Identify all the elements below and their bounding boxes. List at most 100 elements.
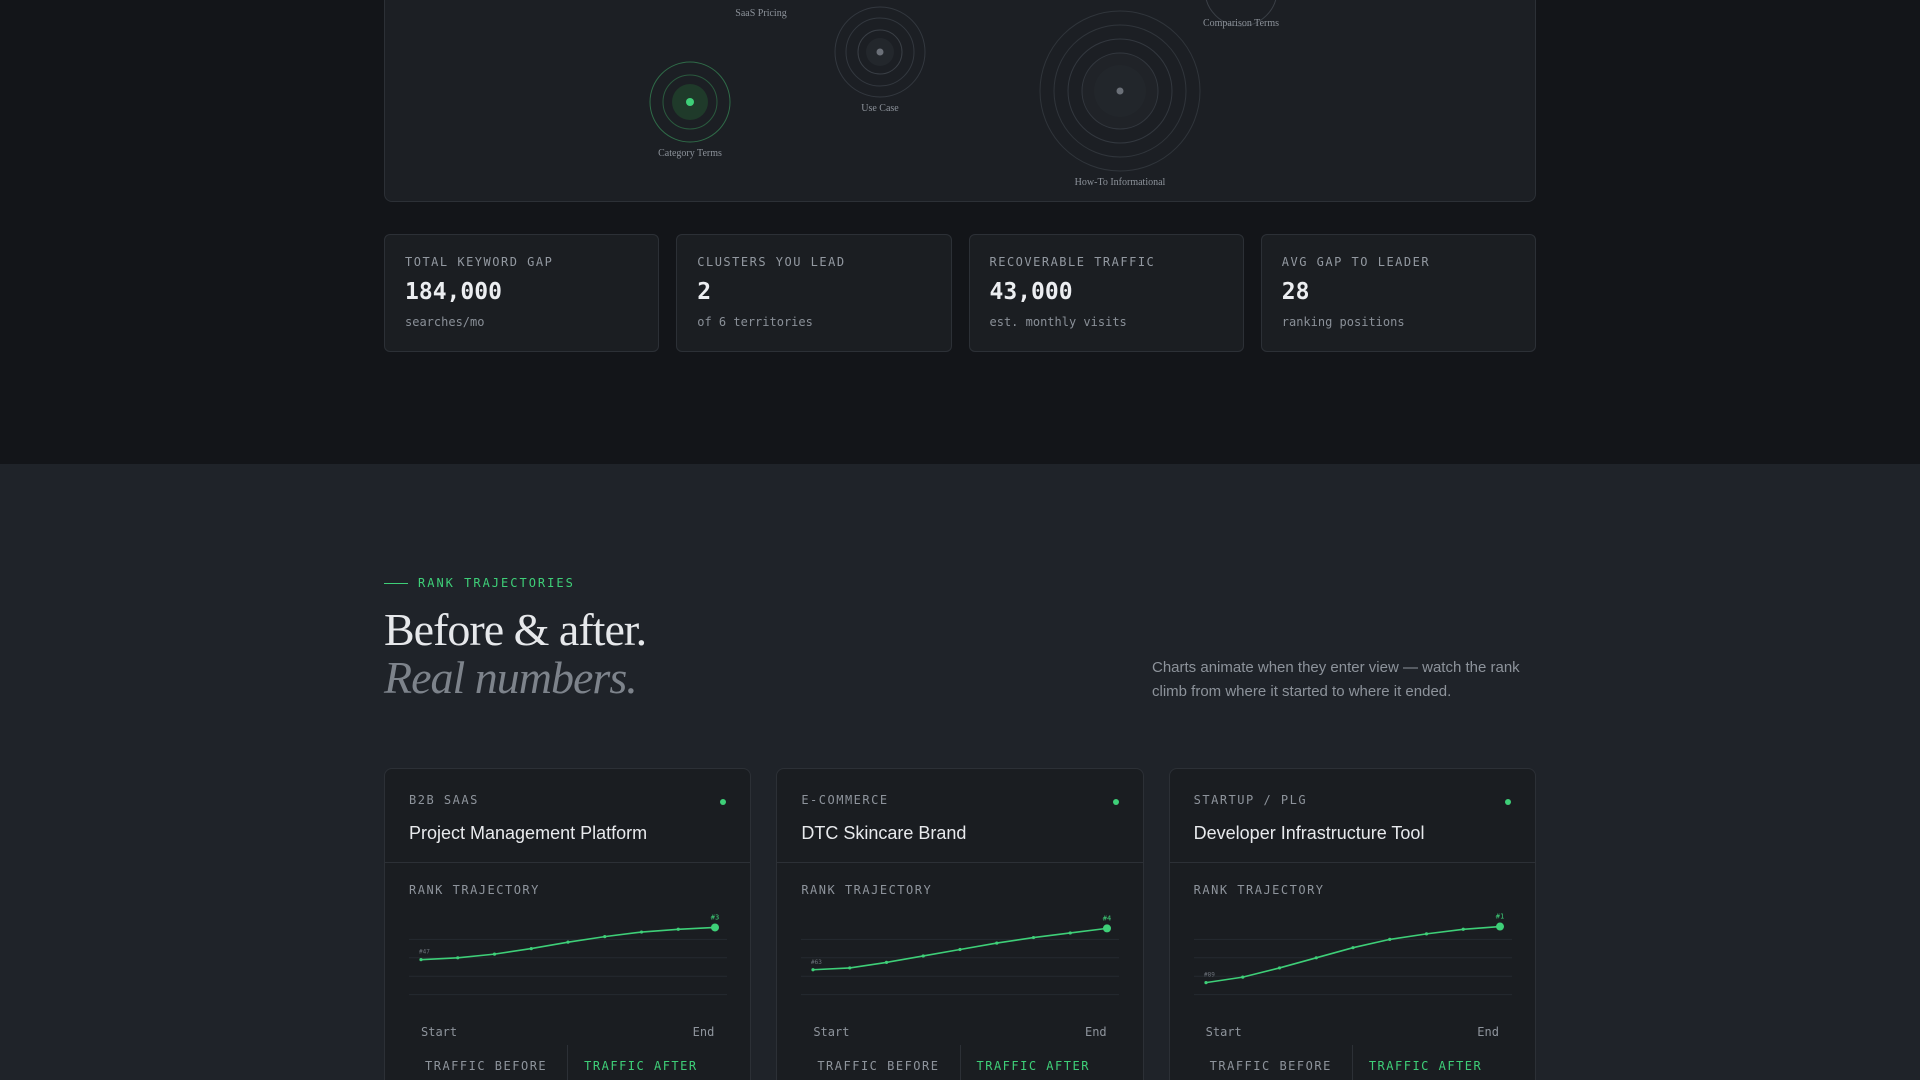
bubble-label-use-case: Use Case: [861, 103, 899, 114]
status-dot: [1504, 799, 1511, 805]
card-body: RANK TRAJECTORY #47 #3 Start End TRAFFIC …: [385, 863, 750, 1080]
case-study-cards: B2B SAAS Project Management Platform RAN…: [384, 768, 1536, 1080]
stat-value: 43,000: [989, 279, 1073, 305]
rank-trajectory-chart: #63 #4: [801, 914, 1120, 996]
data-point: [566, 940, 570, 944]
end-rank-label: #4: [1103, 914, 1111, 922]
rank-trajectory-chart: #89 #1: [1193, 913, 1512, 996]
stat-label: TOTAL KEYWORD GAP: [405, 255, 554, 269]
stat-value: 2: [697, 279, 712, 305]
trajectory-line: [1205, 925, 1500, 984]
data-point: [419, 958, 423, 962]
data-point: [639, 930, 644, 934]
traffic-before-label: TRAFFIC BEFORE: [409, 1045, 569, 1080]
case-card[interactable]: B2B SAAS Project Management Platform RAN…: [384, 768, 752, 1080]
stats-row: TOTAL KEYWORD GAP 184,000 searches/mo CL…: [384, 234, 1536, 352]
case-card[interactable]: STARTUP / PLG Developer Infrastructure T…: [1168, 768, 1536, 1080]
section-eyebrow: RANK TRAJECTORIES: [384, 576, 575, 590]
end-point: [1495, 922, 1504, 931]
traffic-after-label: TRAFFIC AFTER: [1368, 1059, 1483, 1073]
card-title: Project Management Platform: [409, 823, 648, 843]
eyebrow-text: RANK TRAJECTORIES: [418, 576, 575, 590]
rank-trajectories-section: RANK TRAJECTORIES Before & after. Real n…: [0, 464, 1920, 1080]
stat-card-keyword-gap: TOTAL KEYWORD GAP 184,000 searches/mo: [384, 234, 660, 352]
data-point: [529, 947, 533, 951]
stat-label: AVG GAP TO LEADER: [1281, 255, 1431, 269]
stat-card-avg-gap: AVG GAP TO LEADER 28 ranking positions: [1260, 234, 1536, 352]
axis-end-label: End: [1084, 1025, 1107, 1039]
data-point: [456, 956, 460, 960]
stat-card-clusters-lead: CLUSTERS YOU LEAD 2 of 6 territories: [676, 234, 952, 352]
data-point: [603, 935, 607, 939]
stat-sub: ranking positions: [1281, 315, 1405, 329]
start-rank-label: #63: [811, 959, 822, 966]
traffic-after-label: TRAFFIC AFTER: [584, 1059, 698, 1073]
traffic-before-label: TRAFFIC BEFORE: [1194, 1045, 1353, 1080]
axis-start-label: Start: [1205, 1025, 1242, 1039]
rank-trajectory-chart: #47 #3: [409, 913, 727, 996]
stat-value: 184,000: [405, 279, 502, 305]
data-point: [848, 966, 852, 970]
data-point: [1240, 975, 1245, 979]
stat-label: RECOVERABLE TRAFFIC: [989, 255, 1156, 269]
bubble-category-terms[interactable]: [649, 61, 731, 143]
end-rank-label: #1: [1495, 913, 1503, 921]
chart-axis: Start End: [409, 1025, 726, 1039]
overview-section: SaaS Pricing Use Case Comparison Terms C…: [0, 0, 1920, 464]
data-point: [1351, 946, 1355, 950]
keyword-cluster-map: SaaS Pricing Use Case Comparison Terms C…: [384, 0, 1536, 202]
bubble-use-case[interactable]: [834, 6, 926, 98]
card-header: STARTUP / PLG Developer Infrastructure T…: [1169, 769, 1535, 863]
card-body: RANK TRAJECTORY #63 #4 Start End TRAFFIC …: [777, 863, 1142, 1080]
data-point: [1461, 927, 1465, 931]
bubble-label-category-terms: Category Terms: [658, 148, 722, 159]
data-point: [995, 941, 999, 945]
data-point: [958, 947, 962, 952]
card-header: B2B SAAS Project Management Platform: [385, 769, 751, 863]
eyebrow-line: [384, 582, 408, 584]
chart-label: RANK TRAJECTORY: [1193, 883, 1325, 897]
stat-sub: of 6 territories: [697, 315, 813, 329]
data-point: [1314, 956, 1318, 960]
stat-sub: est. monthly visits: [989, 315, 1127, 329]
data-point: [1204, 981, 1208, 985]
axis-end-label: End: [1477, 1025, 1499, 1039]
data-point: [1424, 932, 1428, 936]
data-point: [492, 952, 497, 956]
data-point: [921, 954, 926, 958]
card-title: DTC Skincare Brand: [801, 823, 967, 843]
data-point: [676, 927, 680, 931]
card-body: RANK TRAJECTORY #89 #1 Start End TRAFFIC …: [1170, 863, 1535, 1080]
traffic-before-label: TRAFFIC BEFORE: [801, 1045, 961, 1080]
data-point: [1032, 935, 1036, 940]
card-tag: E-COMMERCE: [801, 793, 889, 807]
traffic-after-label: TRAFFIC AFTER: [976, 1059, 1090, 1073]
start-rank-label: #47: [419, 949, 430, 956]
section-heading: Before & after.: [384, 604, 647, 655]
stat-card-recoverable-traffic: RECOVERABLE TRAFFIC 43,000 est. monthly …: [968, 234, 1244, 352]
chart-label: RANK TRAJECTORY: [801, 883, 933, 897]
axis-end-label: End: [692, 1025, 715, 1039]
bubble-label-comparison-terms: Comparison Terms: [1202, 18, 1280, 29]
card-tag: B2B SAAS: [409, 793, 479, 807]
chart-axis: Start End: [801, 1025, 1118, 1039]
end-point: [711, 923, 719, 932]
stat-label: CLUSTERS YOU LEAD: [697, 255, 846, 269]
data-point: [1387, 937, 1392, 941]
end-rank-label: #3: [711, 913, 719, 921]
case-card[interactable]: E-COMMERCE DTC Skincare Brand RANK TRAJE…: [776, 768, 1144, 1080]
bubble-how-to-informational[interactable]: [1039, 10, 1201, 172]
status-dot: [1112, 799, 1119, 805]
stat-sub: searches/mo: [405, 315, 485, 329]
data-point: [811, 968, 815, 972]
axis-start-label: Start: [813, 1025, 850, 1039]
stat-value: 28: [1281, 279, 1310, 305]
section-description: Charts animate when they enter view — wa…: [1152, 659, 1520, 700]
end-point: [1103, 924, 1112, 933]
traffic-row: TRAFFIC BEFORE TRAFFIC AFTER: [1194, 1045, 1511, 1080]
axis-start-label: Start: [421, 1025, 458, 1039]
section-subheading: Real numbers.: [384, 652, 638, 703]
data-point: [885, 960, 889, 964]
card-tag: STARTUP / PLG: [1193, 793, 1308, 807]
data-point: [1068, 931, 1073, 935]
